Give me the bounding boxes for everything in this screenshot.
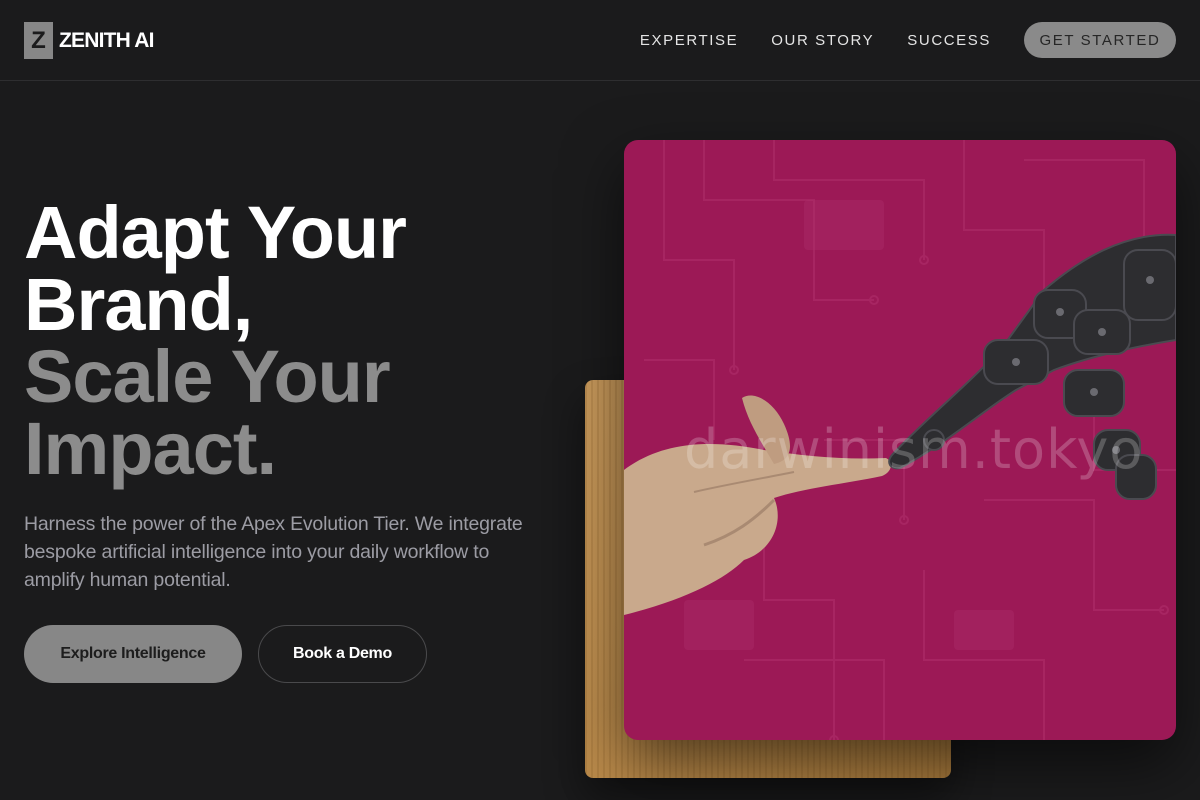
logo-mark-icon: Z (24, 22, 53, 59)
image-watermark: darwinism.tokyo (684, 418, 1144, 481)
book-demo-button[interactable]: Book a Demo (258, 625, 427, 683)
explore-intelligence-button[interactable]: Explore Intelligence (24, 625, 242, 683)
nav-link-success[interactable]: SUCCESS (907, 32, 991, 49)
headline-line-3: Scale Your (24, 335, 391, 418)
nav-link-expertise[interactable]: EXPERTISE (640, 32, 738, 49)
brand-logo[interactable]: Z ZENITH AI (24, 22, 154, 59)
nav-link-our-story[interactable]: OUR STORY (771, 32, 874, 49)
get-started-button[interactable]: GET STARTED (1024, 22, 1176, 58)
headline-line-4: Impact. (24, 407, 277, 490)
brand-name: ZENITH AI (59, 28, 154, 52)
hero-subtext: Harness the power of the Apex Evolution … (24, 513, 523, 591)
hero-image: darwinism.tokyo (624, 140, 1176, 740)
landing-page: Z ZENITH AI EXPERTISE OUR STORY SUCCESS … (0, 0, 1200, 800)
site-header: Z ZENITH AI EXPERTISE OUR STORY SUCCESS … (0, 0, 1200, 81)
headline-line-1: Adapt Your (24, 191, 407, 274)
main-nav: EXPERTISE OUR STORY SUCCESS GET STARTED (640, 22, 1176, 58)
headline-line-2: Brand, (24, 263, 253, 346)
hero-headline: Adapt Your Brand, Scale Your Impact. (24, 191, 584, 490)
